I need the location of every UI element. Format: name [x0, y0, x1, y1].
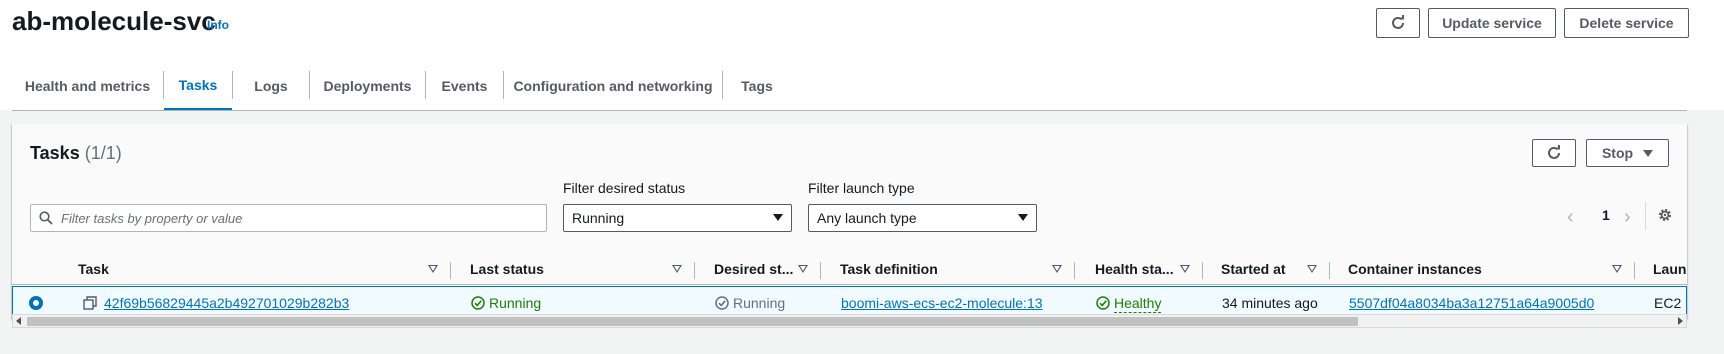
- tab-deployments[interactable]: Deployments: [310, 62, 425, 110]
- health-status-value: Healthy: [1114, 295, 1162, 313]
- sort-icon[interactable]: [1307, 265, 1317, 273]
- column-header-container-instances[interactable]: Container instances: [1348, 261, 1482, 277]
- tab-logs[interactable]: Logs: [233, 62, 309, 110]
- sort-icon[interactable]: [428, 265, 438, 273]
- caret-down-icon: [773, 214, 783, 221]
- refresh-icon: [1548, 145, 1560, 159]
- horizontal-scrollbar[interactable]: [12, 314, 1687, 328]
- refresh-service-button[interactable]: [1376, 8, 1420, 38]
- tab-events[interactable]: Events: [426, 62, 503, 110]
- last-status-value: Running: [489, 295, 542, 311]
- update-service-button[interactable]: Update service: [1428, 8, 1556, 38]
- gear-icon[interactable]: [1657, 207, 1673, 223]
- refresh-icon: [1392, 15, 1404, 29]
- stop-dropdown-button[interactable]: Stop: [1586, 139, 1669, 167]
- column-resizer[interactable]: [1329, 262, 1330, 279]
- task-id-link[interactable]: 42f69b56829445a2b492701029b282b3: [104, 295, 349, 311]
- page-title: ab-molecule-svc: [12, 6, 216, 36]
- started-at-cell: 34 minutes ago: [1222, 295, 1318, 311]
- filter-status-value: Running: [572, 210, 625, 226]
- caret-down-icon: [1643, 149, 1654, 157]
- filter-launch-label: Filter launch type: [808, 180, 915, 196]
- tab-configuration-and-networking[interactable]: Configuration and networking: [504, 62, 722, 110]
- chevron-right-icon[interactable]: ›: [1624, 206, 1631, 229]
- filter-launch-select[interactable]: Any launch type: [808, 204, 1037, 232]
- tasks-panel-title: Tasks (1/1): [30, 143, 122, 164]
- sort-icon[interactable]: [672, 265, 682, 273]
- search-input[interactable]: [61, 205, 541, 231]
- info-link[interactable]: Info: [207, 18, 229, 32]
- sort-icon[interactable]: [1052, 265, 1062, 273]
- tasks-panel: Tasks (1/1) Stop Filter desired status F…: [12, 124, 1687, 319]
- row-select-radio[interactable]: [29, 296, 43, 310]
- table-header: Task Last status Desired st... Task defi…: [12, 255, 1687, 285]
- tasks-count: (1/1): [84, 143, 122, 163]
- tab-tasks[interactable]: Tasks: [164, 62, 232, 110]
- delete-service-button[interactable]: Delete service: [1564, 8, 1689, 38]
- tasks-title: Tasks: [30, 143, 80, 163]
- copy-icon[interactable]: [83, 296, 97, 310]
- column-header-last-status[interactable]: Last status: [470, 261, 544, 277]
- check-circle-icon: [471, 296, 485, 310]
- column-resizer[interactable]: [820, 262, 821, 279]
- pager-divider: [1645, 202, 1646, 230]
- scrollbar-thumb[interactable]: [27, 317, 1358, 326]
- column-resizer[interactable]: [1634, 262, 1635, 279]
- column-resizer[interactable]: [1202, 262, 1203, 279]
- page-header: ab-molecule-svc Info Update service Dele…: [0, 0, 1724, 111]
- tab-bar: Health and metrics Tasks Logs Deployment…: [12, 62, 1687, 111]
- column-header-launch-type[interactable]: Launch: [1653, 261, 1687, 277]
- column-header-task-definition[interactable]: Task definition: [840, 261, 938, 277]
- sort-icon[interactable]: [1612, 265, 1622, 273]
- column-resizer[interactable]: [450, 262, 451, 279]
- tab-tags[interactable]: Tags: [723, 62, 791, 110]
- caret-down-icon: [1018, 214, 1028, 221]
- tasks-panel-header: Tasks (1/1) Stop Filter desired status F…: [12, 124, 1687, 255]
- tab-health-and-metrics[interactable]: Health and metrics: [12, 62, 163, 110]
- desired-status-cell: Running: [715, 295, 785, 311]
- launch-type-cell: EC2: [1654, 295, 1682, 311]
- filter-status-select[interactable]: Running: [563, 204, 792, 232]
- scroll-left-arrow-icon[interactable]: [16, 317, 21, 325]
- filter-status-label: Filter desired status: [563, 180, 686, 196]
- refresh-tasks-button[interactable]: [1532, 139, 1576, 167]
- desired-status-value: Running: [733, 295, 786, 311]
- column-resizer[interactable]: [1074, 262, 1075, 279]
- chevron-left-icon[interactable]: ‹: [1567, 206, 1574, 229]
- stop-label: Stop: [1601, 145, 1634, 161]
- health-status-cell[interactable]: Healthy: [1096, 295, 1162, 313]
- check-circle-icon: [1096, 296, 1110, 310]
- sort-icon[interactable]: [798, 265, 808, 273]
- check-circle-icon: [715, 296, 729, 310]
- page-number[interactable]: 1: [1602, 207, 1610, 223]
- search-icon: [39, 211, 53, 225]
- task-search-field[interactable]: [30, 204, 547, 232]
- column-resizer[interactable]: [694, 262, 695, 279]
- filter-launch-value: Any launch type: [817, 210, 917, 226]
- column-header-task[interactable]: Task: [78, 261, 109, 277]
- last-status-cell: Running: [471, 295, 541, 311]
- task-definition-link[interactable]: boomi-aws-ecs-ec2-molecule:13: [841, 295, 1043, 311]
- scroll-right-arrow-icon[interactable]: [1678, 317, 1683, 325]
- container-instance-link[interactable]: 5507df04a8034ba3a12751a64a9005d0: [1349, 295, 1594, 311]
- sort-icon[interactable]: [1180, 265, 1190, 273]
- column-header-started-at[interactable]: Started at: [1221, 261, 1286, 277]
